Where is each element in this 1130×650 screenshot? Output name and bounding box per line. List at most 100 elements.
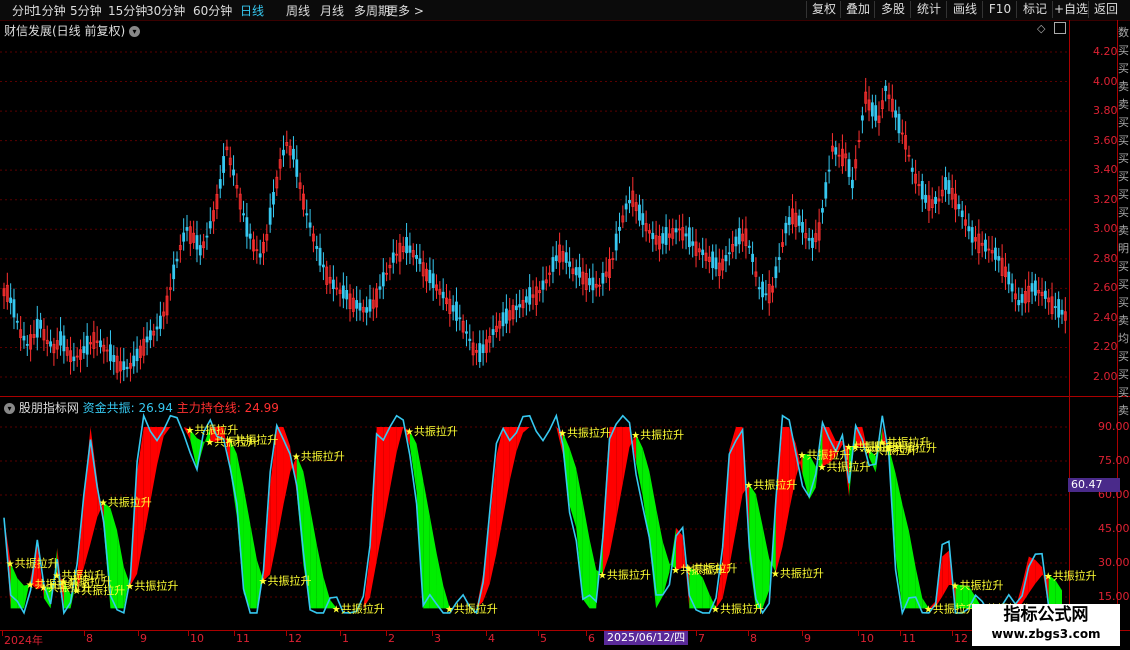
candle-body	[325, 266, 329, 285]
candle-body	[272, 192, 275, 205]
month-label: 4	[488, 632, 495, 645]
panel-toggle-icon[interactable]	[1054, 22, 1066, 34]
candle-body	[195, 235, 199, 250]
month-label: 10	[190, 632, 204, 645]
candle-body	[495, 325, 498, 333]
side-fragment: 买	[1118, 296, 1129, 309]
candle-body	[55, 340, 59, 350]
candle-body	[62, 335, 66, 352]
toolbar-button-0[interactable]: 复权	[806, 1, 841, 18]
price-tick: 4.20	[1093, 45, 1118, 58]
period-tab-7[interactable]: 周线	[286, 2, 310, 19]
period-tab-9[interactable]: 多周期	[354, 2, 390, 19]
price-tick: 3.00	[1093, 222, 1118, 236]
band-segment	[77, 496, 84, 590]
candle-body	[857, 140, 861, 142]
candle-body	[631, 190, 635, 207]
band-segment	[835, 440, 843, 457]
candle-body	[345, 290, 349, 300]
period-tab-8[interactable]: 月线	[320, 2, 344, 19]
candle-body	[854, 159, 858, 169]
candle-body	[331, 279, 335, 290]
band-segment	[30, 542, 38, 590]
candle-body	[92, 332, 96, 349]
candle-body	[731, 243, 735, 252]
period-tab-10[interactable]: 更多 >	[386, 2, 424, 19]
candle-body	[904, 135, 908, 150]
band-segment	[230, 439, 237, 518]
candle-body	[737, 228, 741, 245]
candle-body	[15, 320, 19, 323]
band-segment	[622, 427, 630, 484]
candle-body	[884, 85, 888, 91]
candle-body	[644, 223, 648, 232]
band-segment	[416, 443, 424, 609]
candle-body	[428, 269, 432, 284]
period-tab-5[interactable]: 60分钟	[193, 2, 232, 19]
candle-body	[102, 344, 106, 352]
candle-body	[927, 195, 931, 211]
candle-body	[162, 311, 166, 317]
star-icon: ★	[631, 430, 640, 441]
period-tab-4[interactable]: 30分钟	[146, 2, 185, 19]
period-tab-6[interactable]: 日线	[240, 2, 264, 19]
band-segment	[483, 520, 490, 602]
period-tab-1[interactable]: 1分钟	[34, 2, 66, 19]
band-segment	[862, 427, 870, 458]
band-segment	[755, 494, 763, 609]
month-label: 7	[698, 632, 705, 645]
diamond-icon[interactable]: ◇	[1037, 22, 1045, 35]
candle-body	[704, 252, 708, 261]
toolbar-button-1[interactable]: 叠加	[840, 1, 875, 18]
toolbar-button-7[interactable]: +自选	[1052, 1, 1089, 18]
candle-body	[312, 233, 315, 242]
period-tab-2[interactable]: 5分钟	[70, 2, 102, 19]
band-segment	[270, 427, 277, 575]
candle-body	[964, 219, 967, 226]
band-segment	[509, 427, 517, 481]
candle-body	[222, 156, 225, 173]
candle-body	[475, 350, 478, 353]
chart-canvas[interactable]: ★ 共振拉升★ 共振拉升★ 共振拉升★ 共振拉升★ 共振拉升★ 共振拉升★ 共振拉升★ 共振拉升…	[0, 0, 1130, 650]
toolbar-button-2[interactable]: 多股	[874, 1, 911, 18]
candle-body	[49, 341, 52, 347]
band-segment	[888, 447, 896, 557]
toolbar-button-4[interactable]: 画线	[946, 1, 983, 18]
toolbar-button-5[interactable]: F10	[982, 1, 1017, 18]
month-label: 10	[860, 632, 874, 645]
candle-body	[208, 221, 212, 229]
candle-body	[817, 222, 821, 241]
indicator-grid	[0, 426, 1069, 598]
signal-label: 共振拉升	[640, 427, 684, 441]
toolbar-button-3[interactable]: 统计	[910, 1, 947, 18]
band-segment	[63, 581, 71, 609]
star-icon: ★	[877, 438, 886, 449]
candle-body	[621, 215, 625, 223]
signal-marker: ★共振拉升	[99, 495, 152, 509]
band-segment	[436, 552, 444, 609]
period-tab-3[interactable]: 15分钟	[108, 2, 147, 19]
candle-body	[777, 257, 781, 260]
toolbar-button-8[interactable]: 返回	[1088, 1, 1123, 18]
candle-body	[235, 185, 239, 189]
chevron-down-icon[interactable]: ▾	[4, 403, 15, 414]
candle-body	[897, 113, 901, 134]
band-segment	[596, 527, 603, 609]
candle-body	[1053, 306, 1057, 308]
candle-body	[72, 356, 76, 362]
signal-label: 共振拉升	[607, 567, 651, 581]
band-segment	[196, 438, 204, 470]
watermark-url: www.zbgs3.com	[991, 627, 1101, 641]
signal-label: 共振拉升	[214, 435, 258, 449]
star-icon: ★	[817, 462, 826, 473]
toolbar-button-6[interactable]: 标记	[1016, 1, 1053, 18]
period-tab-0[interactable]: 分时	[12, 2, 36, 19]
candle-body	[757, 287, 761, 290]
chevron-down-icon[interactable]: ▾	[129, 26, 141, 37]
candle-body	[248, 233, 252, 239]
candle-body	[538, 290, 542, 294]
candle-body	[571, 268, 575, 274]
band-segment	[689, 568, 697, 609]
candle-body	[558, 244, 562, 263]
band-segment	[802, 454, 810, 500]
